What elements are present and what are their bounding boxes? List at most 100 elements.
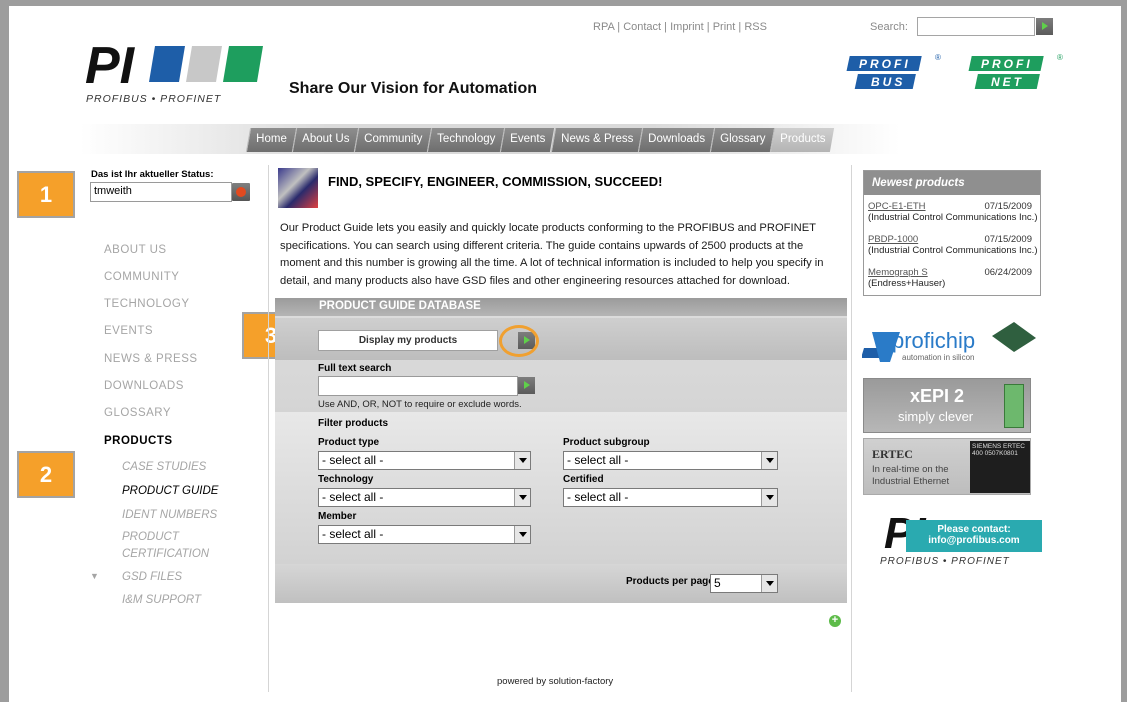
chevron-down-icon <box>514 452 530 469</box>
full-text-search-go-button[interactable] <box>518 377 535 394</box>
footer-text: powered by solution-factory <box>497 676 614 687</box>
profichip-ad[interactable]: profichip automation in silicon <box>862 318 1037 368</box>
expand-triangle-icon[interactable]: ▼ <box>90 571 99 581</box>
svg-text:automation in silicon: automation in silicon <box>902 353 974 362</box>
sidebar-sub-product-guide[interactable]: PRODUCT GUIDE <box>122 483 218 500</box>
svg-text:®: ® <box>1057 53 1063 62</box>
svg-text:®: ® <box>935 53 941 62</box>
top-link-imprint[interactable]: Imprint <box>670 21 704 33</box>
product-vendor: (Industrial Control Communications Inc.) <box>868 245 1038 256</box>
nav-downloads[interactable]: Downloads <box>637 128 714 152</box>
sidebar-item-glossary[interactable]: GLOSSARY <box>104 407 171 419</box>
full-text-search-input[interactable] <box>318 376 518 396</box>
top-links: RPA | Contact | Imprint | Print | RSS <box>593 21 767 33</box>
logo-text: PROFIBUS • PROFINET <box>86 93 222 105</box>
top-link-contact[interactable]: Contact <box>623 21 661 33</box>
sidebar-item-downloads[interactable]: DOWNLOADS <box>104 380 184 392</box>
callout-2: 2 <box>17 451 75 498</box>
ertec-title: ERTEC <box>872 447 913 461</box>
top-link-rpa[interactable]: RPA <box>593 21 614 33</box>
member-select[interactable]: - select all - <box>318 525 531 544</box>
tagline: Share Our Vision for Automation <box>289 80 538 97</box>
panel-header: PRODUCT GUIDE DATABASE <box>275 298 847 316</box>
highlight-circle <box>499 325 539 357</box>
sidebar-sub-case-studies[interactable]: CASE STUDIES <box>122 459 206 476</box>
product-type-label: Product type <box>318 437 380 448</box>
nav-glossary[interactable]: Glossary <box>709 128 775 152</box>
chevron-down-icon <box>761 575 777 592</box>
logout-button[interactable] <box>232 183 250 201</box>
list-item: PBDP-1000 07/15/2009 (Industrial Control… <box>864 228 1040 261</box>
ertec-subtitle: In real-time on the Industrial Ethernet <box>872 464 950 487</box>
chevron-down-icon <box>514 526 530 543</box>
device-image <box>1004 384 1024 428</box>
sidebar-item-community[interactable]: COMMUNITY <box>104 271 179 283</box>
product-guide-icon <box>278 168 318 208</box>
list-item: OPC-E1-ETH 07/15/2009 (Industrial Contro… <box>864 195 1040 228</box>
filter-products-title: Filter products <box>318 418 389 429</box>
full-text-search-label: Full text search <box>318 363 392 374</box>
page-title: FIND, SPECIFY, ENGINEER, COMMISSION, SUC… <box>328 174 663 189</box>
sidebar-sub-im-support[interactable]: I&M SUPPORT <box>122 592 201 609</box>
contact-box: Please contact: info@profibus.com <box>906 520 1042 552</box>
nav-technology[interactable]: Technology <box>427 128 505 152</box>
nav-events[interactable]: Events <box>500 128 555 152</box>
xepi2-ad[interactable]: xEPI 2 simply clever <box>863 378 1031 433</box>
nav-about-us[interactable]: About Us <box>291 128 359 152</box>
newest-products-box: Newest products OPC-E1-ETH 07/15/2009 (I… <box>863 170 1041 296</box>
status-label: Das ist Ihr aktueller Status: <box>91 169 214 180</box>
sidebar-item-products[interactable]: PRODUCTS <box>104 435 173 447</box>
window-frame-right <box>1121 0 1127 702</box>
svg-text:PROFI: PROFI <box>981 57 1033 71</box>
plus-icon[interactable]: + <box>829 615 841 627</box>
contact-ad[interactable]: PI Please contact: info@profibus.com PRO… <box>880 508 1042 568</box>
newest-products-title: Newest products <box>864 171 1040 195</box>
chevron-down-icon <box>514 489 530 506</box>
profibus-profinet-logos: PROFI BUS ® PROFI NET ® <box>846 53 1063 89</box>
chip-image: SIEMENS ERTEC 400 0507K0801 <box>970 441 1030 493</box>
column-divider-right <box>851 165 852 692</box>
sidebar-sub-product-certification[interactable]: PRODUCT CERTIFICATION <box>122 529 232 563</box>
intro-text: Our Product Guide lets you easily and qu… <box>280 222 824 287</box>
svg-text:PI: PI <box>85 38 136 95</box>
product-type-select[interactable]: - select all - <box>318 451 531 470</box>
sidebar-item-technology[interactable]: TECHNOLOGY <box>104 298 190 310</box>
column-divider-left <box>268 165 269 692</box>
top-link-print[interactable]: Print <box>713 21 736 33</box>
search-input[interactable] <box>917 17 1035 36</box>
window-frame-left <box>0 0 9 702</box>
sidebar-item-about-us[interactable]: ABOUT US <box>104 244 167 256</box>
product-subgroup-select[interactable]: - select all - <box>563 451 778 470</box>
nav-home[interactable]: Home <box>245 128 296 152</box>
ertec-ad[interactable]: ERTEC In real-time on the Industrial Eth… <box>863 438 1031 495</box>
products-per-page-label: Products per page: <box>626 576 718 587</box>
status-username-field[interactable]: tmweith <box>90 182 232 202</box>
technology-select[interactable]: - select all - <box>318 488 531 507</box>
product-subgroup-label: Product subgroup <box>563 437 650 448</box>
window-frame-top <box>0 0 1127 6</box>
chevron-down-icon <box>761 489 777 506</box>
svg-text:NET: NET <box>991 75 1024 89</box>
xepi-subtitle: simply clever <box>898 409 974 424</box>
nav-community[interactable]: Community <box>353 128 432 152</box>
top-link-rss[interactable]: RSS <box>744 21 767 33</box>
certified-select[interactable]: - select all - <box>563 488 778 507</box>
sidebar-item-news-press[interactable]: NEWS & PRESS <box>104 353 198 365</box>
nav-products[interactable]: Products <box>769 128 835 152</box>
nav-news-press[interactable]: News & Press <box>550 128 642 152</box>
svg-text:BUS: BUS <box>871 75 905 89</box>
sidebar-item-events[interactable]: EVENTS <box>104 325 153 337</box>
main-navigation: Home About Us Community Technology Event… <box>245 128 835 152</box>
chevron-down-icon <box>761 452 777 469</box>
sidebar-sub-gsd-files[interactable]: GSD FILES <box>122 569 182 586</box>
sidebar-sub-ident-numbers[interactable]: IDENT NUMBERS <box>122 507 217 524</box>
profibus-logo: PROFI BUS ® <box>846 53 941 89</box>
member-label: Member <box>318 511 357 522</box>
full-text-search-hint: Use AND, OR, NOT to require or exclude w… <box>318 399 522 410</box>
search-go-button[interactable] <box>1036 18 1053 35</box>
search-label: Search: <box>870 21 908 33</box>
list-item: Memograph S 06/24/2009 (Endress+Hauser) <box>864 261 1040 294</box>
products-per-page-select[interactable]: 5 <box>710 574 778 593</box>
display-my-products-field[interactable]: Display my products <box>318 330 498 351</box>
xepi-title: xEPI 2 <box>910 386 965 406</box>
